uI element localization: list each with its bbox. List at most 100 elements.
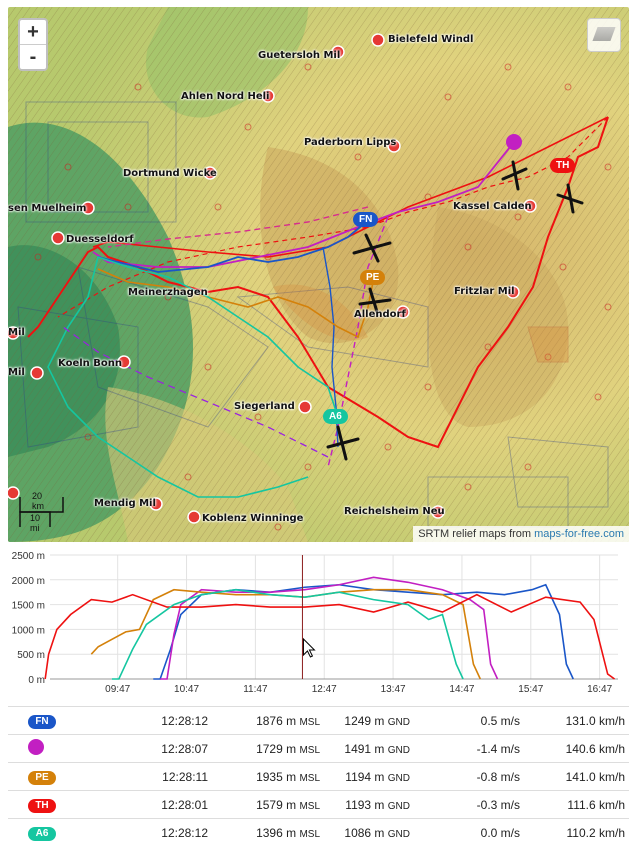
- gnd-value: 1491 m: [344, 741, 385, 756]
- track-tag-a6[interactable]: A6: [323, 409, 348, 424]
- time-cell: 12:28:01: [98, 790, 220, 819]
- gnd-cell: 1086 m GND: [320, 818, 410, 846]
- gnd-value: 1249 m: [344, 713, 385, 728]
- y-tick-label: 2000 m: [12, 576, 45, 587]
- msl-value: 1579 m: [256, 797, 297, 812]
- msl-value: 1729 m: [256, 741, 297, 756]
- series-line-th: [44, 593, 616, 680]
- x-tick-label: 15:47: [518, 684, 543, 695]
- y-tick-label: 500 m: [17, 650, 45, 661]
- x-tick-label: 16:47: [587, 684, 612, 695]
- place-label: Meinerzhagen: [128, 287, 208, 298]
- vario-cell: 0.0 m/s: [410, 818, 520, 846]
- place-label: Fritzlar Mil: [454, 286, 515, 297]
- layers-button[interactable]: [587, 18, 621, 52]
- msl-cell: 1579 m MSL: [220, 790, 320, 819]
- place-label: Bielefeld Windl: [388, 34, 474, 45]
- gnd-unit: GND: [387, 744, 410, 756]
- x-tick-label: 10:47: [174, 684, 199, 695]
- gnd-unit: GND: [387, 716, 410, 728]
- msl-value: 1935 m: [256, 769, 297, 784]
- pilot-badge: TH: [28, 798, 56, 813]
- series-line-fn: [153, 583, 574, 680]
- place-label: Duesseldorf: [66, 234, 134, 245]
- gnd-cell: 1194 m GND: [320, 762, 410, 791]
- time-cell: 12:28:12: [98, 818, 220, 846]
- attribution: SRTM relief maps from maps-for-free.com: [413, 526, 629, 542]
- x-tick-label: 13:47: [381, 684, 406, 695]
- msl-value: 1876 m: [256, 713, 297, 728]
- time-cell: 12:28:07: [98, 734, 220, 763]
- vario-cell: 0.5 m/s: [410, 706, 520, 735]
- pilot-badge: FN: [28, 714, 56, 729]
- gnd-unit: GND: [387, 800, 410, 812]
- place-label: Kassel Calden: [453, 201, 532, 212]
- altitude-chart[interactable]: 0 m 500 m 1000 m 1500 m 2000 m 2500 m 09:47 10:…: [8, 549, 629, 699]
- table-row[interactable]: A6 12:28:12 1396 m MSL 1086 m GND 0.0 m/s 110…: [8, 818, 629, 846]
- msl-unit: MSL: [299, 716, 320, 728]
- y-tick-label: 1000 m: [12, 625, 45, 636]
- place-label: sen Muelheim: [8, 203, 87, 214]
- series-line-pe: [90, 588, 482, 680]
- time-cell: 12:28:11: [98, 762, 220, 791]
- gnd-value: 1193 m: [345, 797, 385, 812]
- gnd-cell: 1491 m GND: [320, 734, 410, 763]
- place-label: Koeln Bonn: [58, 358, 122, 369]
- x-tick-label: 14:47: [449, 684, 474, 695]
- place-label: Mil: [8, 327, 25, 338]
- scale-mi: 10 mi: [30, 513, 41, 533]
- place-label: Dortmund Wicke: [123, 168, 217, 179]
- x-tick-label: 09:47: [105, 684, 130, 695]
- place-label: Ahlen Nord Heli: [181, 91, 270, 102]
- place-label: Allendorf: [354, 309, 406, 320]
- table-row[interactable]: PE 12:28:11 1935 m MSL 1194 m GND -0.8 m/s 14…: [8, 762, 629, 791]
- terrain-layer: [8, 7, 629, 542]
- y-tick-label: 2500 m: [12, 551, 45, 562]
- x-tick-label: 11:47: [243, 684, 268, 695]
- gnd-cell: 1193 m GND: [320, 790, 410, 819]
- msl-cell: 1396 m MSL: [220, 818, 320, 846]
- pilot-badge: PE: [28, 770, 56, 785]
- vario-cell: -1.4 m/s: [410, 734, 520, 763]
- y-tick-label: 1500 m: [12, 601, 45, 612]
- place-label: Paderborn Lipps: [304, 137, 397, 148]
- pilot-dot-icon: [28, 739, 44, 755]
- zoom-in-button[interactable]: +: [20, 20, 46, 44]
- place-label: Guetersloh Mil: [258, 50, 341, 61]
- pilot-table: FN 12:28:12 1876 m MSL 1249 m GND 0.5 m/s 131…: [8, 706, 629, 846]
- msl-unit: MSL: [299, 772, 320, 784]
- msl-cell: 1729 m MSL: [220, 734, 320, 763]
- gnd-value: 1086 m: [344, 825, 385, 840]
- map-view[interactable]: + - Bielefeld Windl Guetersloh Mil Ahlen…: [8, 7, 629, 542]
- table-row[interactable]: FN 12:28:12 1876 m MSL 1249 m GND 0.5 m/s 131…: [8, 706, 629, 735]
- place-label: Koblenz Winninge: [202, 513, 304, 524]
- speed-cell: 140.6 km/h: [520, 734, 629, 763]
- msl-unit: MSL: [299, 828, 320, 840]
- track-tag-th[interactable]: TH: [550, 158, 576, 173]
- track-tag-fn[interactable]: FN: [353, 212, 379, 227]
- msl-cell: 1876 m MSL: [220, 706, 320, 735]
- gnd-unit: GND: [387, 828, 410, 840]
- vario-cell: -0.3 m/s: [410, 790, 520, 819]
- msl-unit: MSL: [299, 800, 320, 812]
- track-tag-pe[interactable]: PE: [360, 270, 386, 285]
- pilot-badge: A6: [28, 826, 56, 841]
- attribution-link[interactable]: maps-for-free.com: [534, 528, 624, 540]
- place-label: Mil: [8, 367, 25, 378]
- speed-cell: 110.2 km/h: [520, 818, 629, 846]
- gnd-unit: GND: [387, 772, 410, 784]
- time-cell: 12:28:12: [98, 706, 220, 735]
- purple-marker[interactable]: [506, 134, 522, 150]
- scale-km: 20 km: [32, 491, 44, 511]
- layers-icon: [592, 27, 616, 41]
- table-row[interactable]: TH 12:28:01 1579 m MSL 1193 m GND -0.3 m/s 11…: [8, 790, 629, 819]
- gnd-cell: 1249 m GND: [320, 706, 410, 735]
- speed-cell: 141.0 km/h: [520, 762, 629, 791]
- y-tick-label: 0 m: [28, 675, 45, 686]
- table-row[interactable]: 12:28:07 1729 m MSL 1491 m GND -1.4 m/s 140.…: [8, 734, 629, 763]
- zoom-control: + -: [18, 18, 48, 71]
- attribution-text: SRTM relief maps from: [418, 528, 535, 540]
- speed-cell: 111.6 km/h: [520, 790, 629, 819]
- speed-cell: 131.0 km/h: [520, 706, 629, 735]
- zoom-out-button[interactable]: -: [20, 44, 46, 69]
